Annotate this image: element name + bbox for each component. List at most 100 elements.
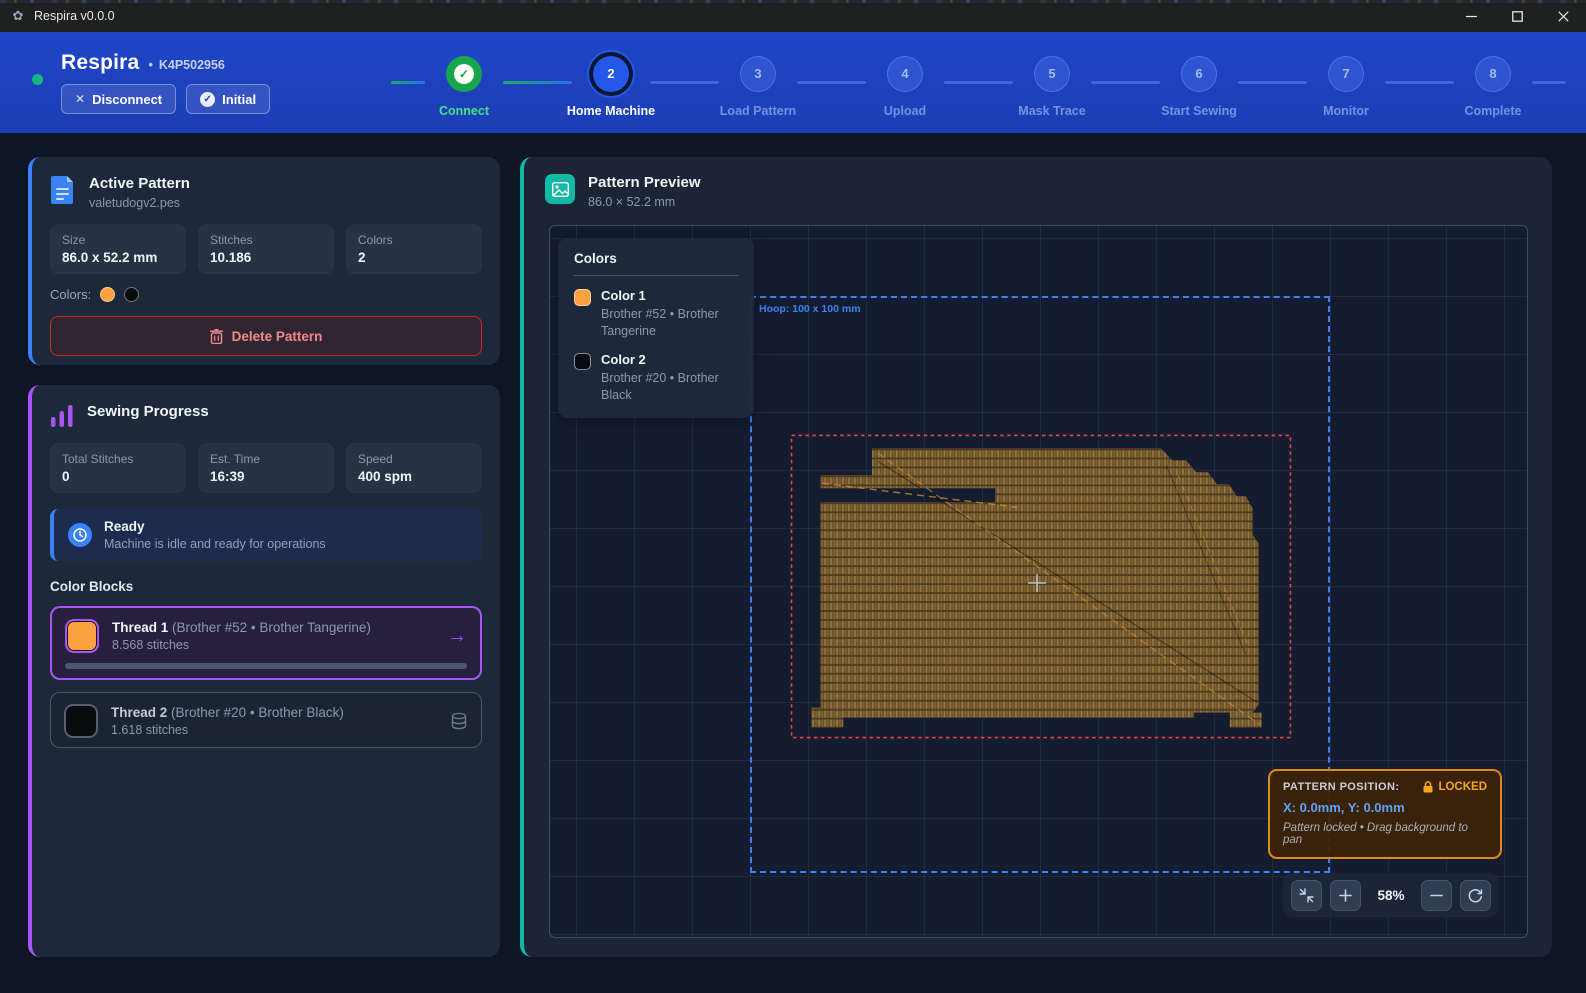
- stat-speed: Speed 400 spm: [346, 443, 482, 493]
- minimize-button[interactable]: [1448, 0, 1494, 32]
- step-connect[interactable]: ✓ Connect: [425, 56, 503, 118]
- position-coordinates: X: 0.0mm, Y: 0.0mm: [1283, 800, 1487, 815]
- zoom-toolbar: 58%: [1283, 873, 1499, 917]
- stat-total-stitches: Total Stitches 0: [50, 443, 186, 493]
- reset-view-button[interactable]: [1460, 880, 1491, 911]
- close-button[interactable]: [1540, 0, 1586, 32]
- pattern-preview-panel: Pattern Preview 86.0 × 52.2 mm Hoop: 100…: [520, 157, 1552, 957]
- preview-dimensions: 86.0 × 52.2 mm: [588, 195, 701, 209]
- step-upload[interactable]: 4 Upload: [866, 56, 944, 118]
- thread-2-stitches: 1.618 stitches: [111, 723, 437, 737]
- fit-to-screen-button[interactable]: [1291, 880, 1322, 911]
- app-logo-icon: ✿: [10, 8, 26, 24]
- position-label: PATTERN POSITION:: [1283, 781, 1399, 793]
- x-icon: ✕: [75, 92, 85, 106]
- zoom-level: 58%: [1369, 888, 1413, 903]
- thread-2-name: Thread 2 (Brother #20 • Brother Black): [111, 705, 437, 720]
- thread-1-progress-bar: [65, 663, 467, 669]
- lock-icon: [1423, 781, 1433, 793]
- legend-title: Colors: [574, 251, 738, 276]
- background-window-artifact: [0, 0, 1586, 3]
- preview-title: Pattern Preview: [588, 174, 701, 191]
- card-title: Sewing Progress: [87, 403, 209, 420]
- window-titlebar: ✿ Respira v0.0.0: [0, 0, 1586, 32]
- stepper-connector: [1385, 81, 1454, 84]
- step-mask-trace[interactable]: 5 Mask Trace: [1013, 56, 1091, 118]
- connection-status-dot: [32, 74, 43, 85]
- delete-pattern-button[interactable]: Delete Pattern: [50, 316, 482, 356]
- colors-label: Colors:: [50, 287, 91, 302]
- thread-1-name: Thread 1 (Brother #52 • Brother Tangerin…: [112, 620, 434, 635]
- color-blocks-heading: Color Blocks: [50, 579, 482, 594]
- step-circle: ✓: [446, 56, 482, 92]
- stat-size: Size 86.0 x 52.2 mm: [50, 224, 186, 274]
- maximize-button[interactable]: [1494, 0, 1540, 32]
- stepper-connector: [1091, 81, 1160, 84]
- initial-button[interactable]: ✓ Initial: [186, 84, 270, 114]
- pattern-filename: valetudogv2.pes: [89, 196, 190, 210]
- thread-block-2[interactable]: Thread 2 (Brother #20 • Brother Black) 1…: [50, 692, 482, 748]
- pattern-position-panel: PATTERN POSITION: LOCKED X: 0.0mm, Y: 0.…: [1268, 769, 1502, 859]
- lock-status: LOCKED: [1423, 781, 1487, 793]
- sewing-progress-card: Sewing Progress Total Stitches 0 Est. Ti…: [28, 385, 500, 957]
- zoom-out-button[interactable]: [1421, 880, 1452, 911]
- machine-serial: •K4P502956: [148, 58, 224, 72]
- app-window: ✿ Respira v0.0.0 Respira •K4P502956 ✕: [0, 0, 1586, 993]
- workflow-stepper: ✓ Connect 2 Home Machine 3 Load Pattern …: [391, 48, 1566, 118]
- stepper-connector: [944, 81, 1013, 84]
- step-start-sewing[interactable]: 6 Start Sewing: [1160, 56, 1238, 118]
- check-icon: ✓: [454, 64, 474, 84]
- step-home-machine[interactable]: 2 Home Machine: [572, 56, 650, 118]
- image-icon: [545, 174, 575, 204]
- step-monitor[interactable]: 7 Monitor: [1307, 56, 1385, 118]
- active-pattern-card: Active Pattern valetudogv2.pes Size 86.0…: [28, 157, 500, 365]
- legend-item-color-2: Color 2 Brother #20 • Brother Black: [574, 352, 738, 404]
- stepper-connector: [797, 81, 866, 84]
- color-swatch-1: [100, 287, 115, 302]
- clock-icon: [68, 523, 92, 547]
- thread-2-swatch: [64, 704, 98, 738]
- position-hint: Pattern locked • Drag background to pan: [1283, 822, 1487, 846]
- app-header: Respira •K4P502956 ✕ Disconnect ✓ Initia…: [0, 32, 1586, 133]
- arrow-right-icon: →: [447, 625, 467, 648]
- zoom-in-button[interactable]: [1330, 880, 1361, 911]
- card-title: Active Pattern: [89, 175, 190, 192]
- stepper-connector: [1238, 81, 1307, 84]
- stepper-connector: [650, 81, 719, 84]
- thread-block-1[interactable]: Thread 1 (Brother #52 • Brother Tangerin…: [50, 606, 482, 680]
- status-title: Ready: [104, 519, 326, 534]
- layers-stack-icon: [450, 712, 468, 730]
- stepper-connector: [503, 81, 572, 84]
- colors-legend: Colors Color 1 Brother #52 • Brother Tan…: [558, 238, 754, 418]
- step-circle: 2: [593, 56, 629, 92]
- legend-item-color-1: Color 1 Brother #52 • Brother Tangerine: [574, 288, 738, 340]
- app-name: Respira: [61, 51, 139, 75]
- bar-chart-icon: [50, 403, 74, 429]
- stat-stitches: Stitches 10.186: [198, 224, 334, 274]
- check-badge-icon: ✓: [200, 92, 215, 107]
- status-description: Machine is idle and ready for operations: [104, 537, 326, 551]
- stepper-connector: [1532, 81, 1566, 84]
- preview-canvas[interactable]: Hoop: 100 x 100 mm: [549, 225, 1528, 938]
- thread-1-stitches: 8.568 stitches: [112, 638, 434, 652]
- step-circle: 7: [1328, 56, 1364, 92]
- trash-icon: [210, 329, 223, 344]
- stat-colors: Colors 2: [346, 224, 482, 274]
- step-load-pattern[interactable]: 3 Load Pattern: [719, 56, 797, 118]
- stepper-connector: [391, 81, 425, 84]
- legend-swatch-2: [574, 353, 591, 370]
- thread-1-swatch: [65, 619, 99, 653]
- step-circle: 6: [1181, 56, 1217, 92]
- disconnect-button[interactable]: ✕ Disconnect: [61, 84, 176, 114]
- step-complete[interactable]: 8 Complete: [1454, 56, 1532, 118]
- machine-status-banner: Ready Machine is idle and ready for oper…: [50, 509, 482, 561]
- stat-est-time: Est. Time 16:39: [198, 443, 334, 493]
- step-circle: 3: [740, 56, 776, 92]
- legend-swatch-1: [574, 289, 591, 306]
- color-swatch-2: [124, 287, 139, 302]
- step-circle: 4: [887, 56, 923, 92]
- file-icon: [50, 175, 76, 205]
- window-title: Respira v0.0.0: [34, 9, 115, 23]
- step-circle: 8: [1475, 56, 1511, 92]
- step-circle: 5: [1034, 56, 1070, 92]
